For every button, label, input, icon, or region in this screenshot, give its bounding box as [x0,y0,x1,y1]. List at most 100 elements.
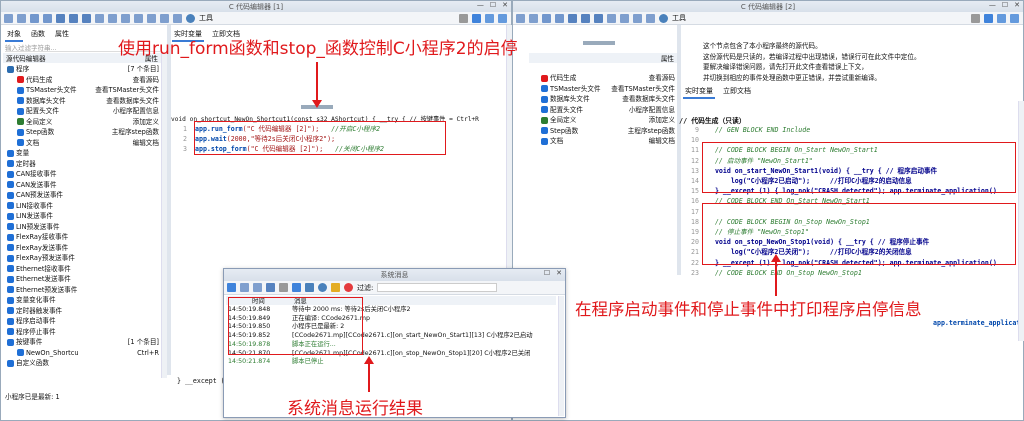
new-icon[interactable] [30,13,39,23]
tree-item[interactable]: 配置头文件 小程序配置信息 [527,105,675,116]
right-editor-scrollbar[interactable] [1018,101,1024,341]
tree-item[interactable]: LIN预发送事件 [3,222,161,233]
tree-item[interactable]: CAN预发送事件 [3,190,161,201]
redo-icon[interactable] [529,13,538,23]
close-icon[interactable]: ✕ [1014,1,1020,9]
tree-item[interactable]: 自定义函数 [3,358,161,369]
open-icon[interactable] [555,13,564,23]
tree-item[interactable]: Ethernet接收事件 [3,264,161,275]
down-icon[interactable] [581,13,590,23]
stop-icon[interactable] [997,13,1006,23]
tree-item[interactable]: Ethernet预发送事件 [3,285,161,296]
down-icon[interactable] [69,13,78,23]
clear-icon[interactable] [240,283,249,292]
tree-item[interactable]: 代码生成 查看源码 [3,75,161,86]
tree-item[interactable]: FlexRay发送事件 [3,243,161,254]
tree-item[interactable]: 代码生成 查看源码 [527,73,675,84]
filter-input[interactable] [377,283,498,292]
tree-item[interactable]: 按键事件 [1 个条目] [3,337,161,348]
tree-item[interactable]: 程序停止事件 [3,327,161,338]
help-icon[interactable] [498,13,507,23]
minimize-icon[interactable]: — [477,1,484,9]
up-icon[interactable] [594,13,603,23]
undo-icon[interactable] [516,13,525,23]
settings-icon[interactable] [459,13,468,23]
copy-icon[interactable] [108,13,117,23]
close-icon[interactable]: ✕ [556,269,562,277]
cut-icon[interactable] [95,13,104,23]
tab-live-vars[interactable]: 实时变量 [683,85,715,99]
indent-icon[interactable] [160,13,169,23]
error-icon[interactable] [344,283,353,292]
tree-item[interactable]: 全局定义 添加定义 [3,117,161,128]
panel-splitter[interactable] [677,25,681,275]
run-icon[interactable] [472,13,481,23]
save-icon[interactable] [266,283,275,292]
tree-item[interactable]: 配置头文件 小程序配置信息 [3,106,161,117]
tab-objects[interactable]: 对象 [5,28,23,42]
redo-icon[interactable] [17,13,26,23]
edit-icon[interactable] [173,13,182,23]
tree-item[interactable]: FlexRay接收事件 [3,232,161,243]
message-icon[interactable] [305,283,314,292]
maximize-icon[interactable]: ☐ [544,269,550,277]
tree-item[interactable]: 变量变化事件 [3,295,161,306]
scroll-icon[interactable] [292,283,301,292]
tree-item[interactable]: 变量 [3,148,161,159]
tree-item[interactable]: 定时器触发事件 [3,306,161,317]
panel-splitter[interactable] [167,25,171,375]
tab-functions[interactable]: 函数 [29,28,47,42]
tree-item[interactable]: Step函数 主程序step函数 [3,127,161,138]
filter-gear-icon[interactable] [279,283,288,292]
tree-item[interactable]: Ethernet发送事件 [3,274,161,285]
tree-item[interactable]: 数据库头文件 查看数据库头文件 [527,94,675,105]
open-icon[interactable] [43,13,52,23]
tab-doc[interactable]: 立即文档 [721,85,753,99]
tree-item[interactable]: 文档 编辑文档 [527,136,675,147]
maximize-icon[interactable]: ☐ [490,1,496,9]
tree-item[interactable]: TSMaster头文件 查看TSMaster头文件 [3,85,161,96]
save-icon[interactable] [56,13,65,23]
search-icon[interactable] [620,13,629,23]
tab-properties[interactable]: 属性 [53,28,71,42]
minimize-icon[interactable]: — [989,1,996,9]
undo-icon[interactable] [4,13,13,23]
stop-icon[interactable] [485,13,494,23]
splitter-handle[interactable] [583,41,615,45]
tools-gear-icon[interactable] [186,13,195,23]
tools-menu[interactable]: 工具 [672,13,686,23]
tools-gear-icon[interactable] [659,13,668,23]
comment-icon[interactable] [147,13,156,23]
replace-icon[interactable] [633,13,642,23]
save-icon[interactable] [568,13,577,23]
tree-item[interactable]: LIN接收事件 [3,201,161,212]
tree-item[interactable]: Step函数 主程序step函数 [527,126,675,137]
settings-icon[interactable] [971,13,980,23]
log-row[interactable]: 14:50:21.874 脚本已停止 [228,358,558,367]
tree-item[interactable]: NewOn_Shortcu Ctrl+R [3,348,161,359]
tree-item[interactable]: FlexRay预发送事件 [3,253,161,264]
tree-item[interactable]: 程序 [7 个条目] [3,64,161,75]
tree-item[interactable]: 文档 编辑文档 [3,138,161,149]
maximize-icon[interactable]: ☐ [1002,1,1008,9]
edit-icon[interactable] [646,13,655,23]
replace-icon[interactable] [134,13,143,23]
tree-item[interactable]: 程序启动事件 [3,316,161,327]
cut-icon[interactable] [607,13,616,23]
tree-item[interactable]: 定时器 [3,159,161,170]
warning-icon[interactable] [331,283,340,292]
up-icon[interactable] [82,13,91,23]
info-icon[interactable] [318,283,327,292]
tree-item[interactable]: 全局定义 添加定义 [527,115,675,126]
tree-item[interactable]: LIN发送事件 [3,211,161,222]
tools-menu[interactable]: 工具 [199,13,213,23]
close-icon[interactable]: ✕ [502,1,508,9]
tree-item[interactable]: CAN发送事件 [3,180,161,191]
tree-item[interactable]: CAN接收事件 [3,169,161,180]
new-icon[interactable] [542,13,551,23]
run-icon[interactable] [984,13,993,23]
tree-item[interactable]: TSMaster头文件 查看TSMaster头文件 [527,84,675,95]
copy-icon[interactable] [253,283,262,292]
syslog-scrollbar[interactable] [558,296,564,416]
tree-item[interactable]: 数据库头文件 查看数据库头文件 [3,96,161,107]
